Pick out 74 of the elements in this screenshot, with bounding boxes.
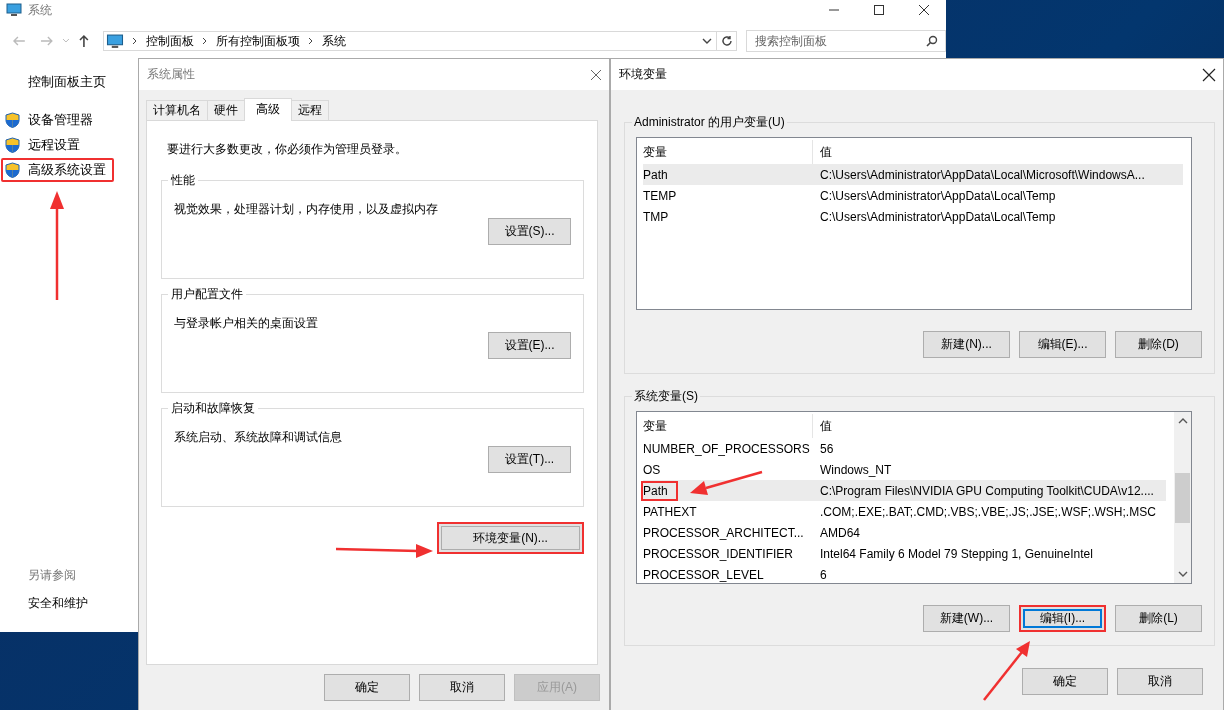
- dialog-button[interactable]: 确定: [1022, 668, 1108, 695]
- variable-value: 6: [819, 567, 827, 582]
- list-row[interactable]: PROCESSOR_LEVEL 6: [643, 564, 1166, 585]
- notice-text: 要进行大多数更改，你必须作为管理员登录。: [167, 141, 408, 158]
- sidebar-link[interactable]: 设备管理器: [1, 108, 114, 132]
- group-title: 系统变量(S): [633, 388, 699, 405]
- group-description: 系统启动、系统故障和调试信息: [174, 429, 343, 446]
- address-bar[interactable]: 控制面板 所有控制面板项 系统: [103, 31, 718, 51]
- variable-value: C:\Users\Administrator\AppData\Local\Temp: [819, 188, 1056, 203]
- list-row[interactable]: NUMBER_OF_PROCESSORS 56: [643, 438, 1166, 459]
- variable-name: Path: [641, 480, 678, 501]
- search-field[interactable]: 搜索控制面板: [746, 30, 946, 52]
- window-title: 系统: [28, 1, 52, 19]
- tab[interactable]: 高级: [244, 98, 292, 121]
- tab[interactable]: 计算机名: [146, 100, 208, 120]
- variable-list[interactable]: 变量 值 Path C:\Users\Administrator\AppData\Local\Microsoft\WindowsA... TEMP C:\Users\Administrator\AppData\Local\Temp TMP C:\Users\Administrator\AppData\Local\Temp: [636, 137, 1192, 310]
- variable-name: TEMP: [642, 187, 678, 205]
- dialog-button[interactable]: 取消: [1117, 668, 1203, 695]
- variable-value: AMD64: [819, 525, 860, 540]
- variable-name: PATHEXT: [642, 503, 698, 521]
- dialog-button[interactable]: 编辑(I)...: [1019, 605, 1106, 632]
- column-header[interactable]: 变量: [643, 414, 813, 438]
- variable-value: C:\Users\Administrator\AppData\Local\Microsoft\WindowsA...: [819, 167, 1145, 182]
- variable-name: NUMBER_OF_PROCESSORS: [642, 440, 811, 458]
- dialog-title: 系统属性: [147, 66, 195, 83]
- breadcrumb-item[interactable]: 控制面板: [146, 32, 195, 50]
- variable-value: C:\Users\Administrator\AppData\Local\Temp: [819, 209, 1056, 224]
- list-row[interactable]: OS Windows_NT: [643, 459, 1166, 480]
- variable-name: PROCESSOR_ARCHITECT...: [642, 524, 805, 542]
- list-row[interactable]: PROCESSOR_ARCHITECT... AMD64: [643, 522, 1166, 543]
- variable-name: OS: [642, 461, 662, 479]
- column-header[interactable]: 值: [813, 143, 832, 161]
- tab[interactable]: 远程: [291, 100, 329, 120]
- dialog-button[interactable]: 新建(W)...: [923, 605, 1010, 632]
- dialog-button[interactable]: 删除(D): [1115, 331, 1202, 358]
- variable-name: PROCESSOR_LEVEL: [642, 566, 765, 584]
- variable-value: Intel64 Family 6 Model 79 Stepping 1, GenuineIntel: [819, 546, 1093, 561]
- settings-button[interactable]: 设置(T)...: [488, 446, 571, 473]
- variable-value: Windows_NT: [819, 462, 892, 477]
- section-heading: 另请参阅: [28, 567, 76, 584]
- group-description: 视觉效果，处理器计划，内存使用，以及虚拟内存: [174, 201, 439, 218]
- list-row[interactable]: PROCESSOR_IDENTIFIER Intel64 Family 6 Model 79 Stepping 1, GenuineIntel: [643, 543, 1166, 564]
- variable-value: C:\Program Files\NVIDIA GPU Computing Toolkit\CUDA\v12....: [819, 483, 1154, 498]
- variable-value: .COM;.EXE;.BAT;.CMD;.VBS;.VBE;.JS;.JSE;.WSF;.WSH;.MSC: [819, 504, 1156, 519]
- variable-name: PROCESSOR_IDENTIFIER: [642, 545, 795, 563]
- breadcrumb-item[interactable]: 所有控制面板项: [216, 32, 301, 50]
- dialog-button[interactable]: 编辑(E)...: [1019, 331, 1106, 358]
- dialog-button[interactable]: 新建(N)...: [923, 331, 1010, 358]
- settings-button[interactable]: 设置(S)...: [488, 218, 571, 245]
- variable-value: 56: [819, 441, 834, 456]
- dialog-button[interactable]: 取消: [419, 674, 505, 701]
- breadcrumb-item[interactable]: 系统: [322, 32, 347, 50]
- settings-button[interactable]: 设置(E)...: [488, 332, 571, 359]
- group-title: 用户配置文件: [170, 286, 244, 303]
- group-title: Administrator 的用户变量(U): [633, 114, 786, 131]
- sidebar-link[interactable]: 高级系统设置: [1, 158, 114, 182]
- dialog-button[interactable]: 删除(L): [1115, 605, 1202, 632]
- column-header[interactable]: 值: [813, 417, 832, 435]
- sidebar-link[interactable]: 控制面板主页: [28, 74, 106, 91]
- dialog-button[interactable]: 确定: [324, 674, 410, 701]
- list-row[interactable]: Path C:\Users\Administrator\AppData\Local\Microsoft\WindowsA...: [643, 164, 1183, 185]
- dialog-title: 环境变量: [619, 66, 667, 83]
- list-row[interactable]: PATHEXT .COM;.EXE;.BAT;.CMD;.VBS;.VBE;.JS;.JSE;.WSF;.WSH;.MSC: [643, 501, 1166, 522]
- sidebar-link[interactable]: 远程设置: [1, 133, 114, 157]
- list-row[interactable]: TEMP C:\Users\Administrator\AppData\Local\Temp: [643, 185, 1183, 206]
- group-title: 启动和故障恢复: [170, 400, 256, 417]
- list-row[interactable]: TMP C:\Users\Administrator\AppData\Local\Temp: [643, 206, 1183, 227]
- environment-variables-button[interactable]: 环境变量(N)...: [437, 522, 584, 554]
- variable-name: TMP: [642, 208, 670, 226]
- group-description: 与登录帐户相关的桌面设置: [174, 315, 319, 332]
- sidebar-link[interactable]: 安全和维护: [28, 595, 88, 612]
- list-row[interactable]: Path C:\Program Files\NVIDIA GPU Computing Toolkit\CUDA\v12....: [643, 480, 1166, 501]
- variable-name: Path: [642, 166, 669, 184]
- group-title: 性能: [170, 172, 196, 189]
